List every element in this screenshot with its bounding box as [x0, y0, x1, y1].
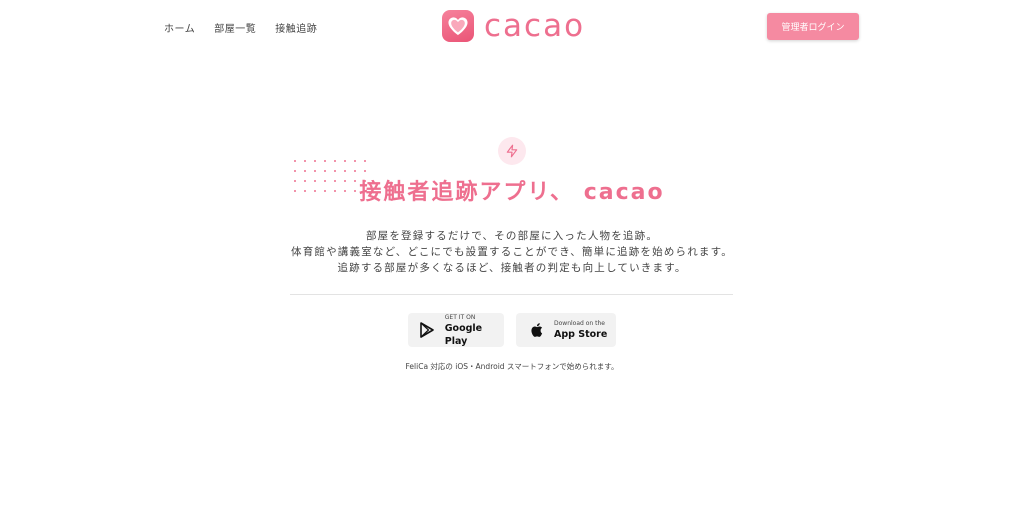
- nav-link-room-list[interactable]: 部屋一覧: [214, 20, 256, 35]
- nav-link-home[interactable]: ホーム: [164, 20, 195, 35]
- hero-description: 部屋を登録するだけで、その部屋に入った人物を追跡。 体育館や講義室など、どこにで…: [0, 228, 1024, 276]
- app-store-label: App Store: [554, 329, 608, 340]
- description-line: 追跡する部屋が多くなるほど、接触者の判定も向上していきます。: [337, 262, 687, 274]
- description-line: 体育館や講義室など、どこにでも設置することができ、簡単に追跡を始められます。: [291, 246, 733, 258]
- description-line: 部屋を登録するだけで、その部屋に入った人物を追跡。: [365, 230, 659, 242]
- app-store-button[interactable]: Download on the App Store: [516, 313, 616, 347]
- divider: [290, 294, 733, 295]
- nav-link-contact-tracing[interactable]: 接触追跡: [275, 20, 317, 35]
- google-play-button[interactable]: GET IT ON Google Play: [408, 313, 504, 347]
- logo[interactable]: cacao: [442, 10, 585, 42]
- hero-headline: 接触者追跡アプリ、 cacao: [359, 180, 665, 205]
- logo-text: cacao: [484, 8, 586, 44]
- lightning-icon: [498, 137, 526, 165]
- google-play-label: Google Play: [444, 322, 483, 347]
- app-store-small-label: Download on the: [554, 320, 605, 327]
- heart-icon: [442, 10, 474, 42]
- google-play-icon: [418, 320, 437, 340]
- compatibility-note: FeliCa 対応の iOS・Android スマートフォンで始められます。: [405, 362, 619, 371]
- apple-icon: [526, 320, 546, 340]
- admin-login-button[interactable]: 管理者ログイン: [767, 13, 859, 40]
- google-play-small-label: GET IT ON: [444, 313, 476, 321]
- main-nav: ホーム 部屋一覧 接触追跡: [164, 20, 317, 35]
